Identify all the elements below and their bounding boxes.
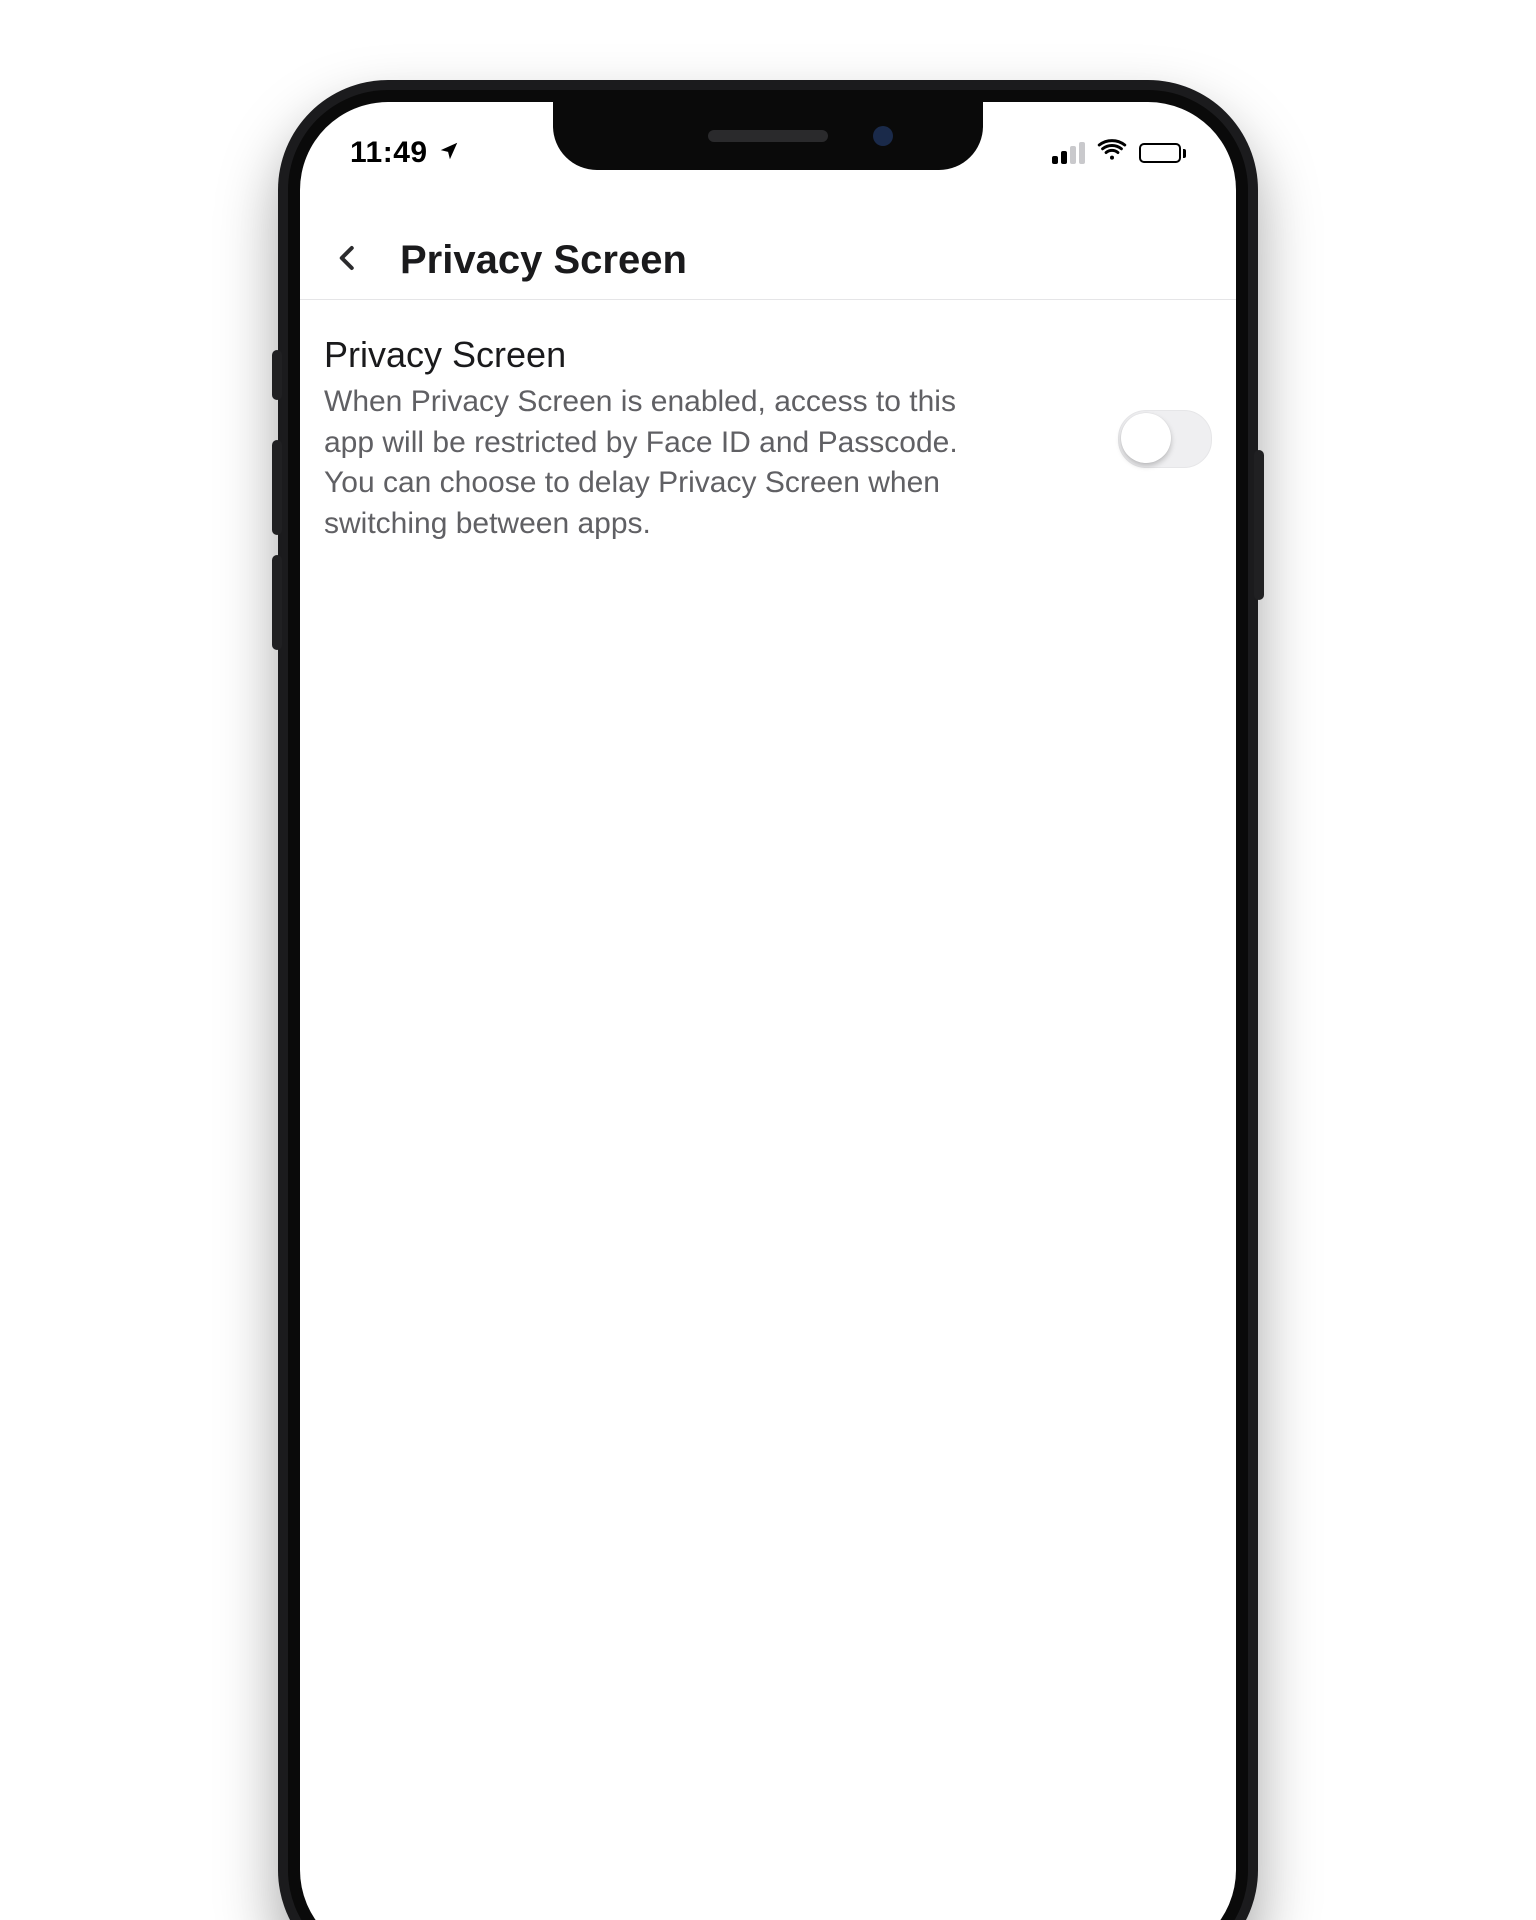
wifi-icon [1097, 134, 1127, 172]
privacy-screen-row: Privacy Screen When Privacy Screen is en… [300, 312, 1236, 576]
nav-bar: Privacy Screen [300, 222, 1236, 300]
location-icon [438, 136, 460, 170]
chevron-left-icon [333, 243, 363, 278]
screen: 11:49 [300, 102, 1236, 1920]
phone-bezel: 11:49 [288, 90, 1248, 1920]
battery-icon [1139, 143, 1186, 163]
privacy-screen-toggle[interactable] [1118, 410, 1212, 468]
back-button[interactable] [324, 237, 372, 285]
cellular-signal-icon [1052, 142, 1085, 164]
status-bar: 11:49 [300, 102, 1236, 190]
setting-title: Privacy Screen [324, 334, 1088, 376]
phone-frame: 11:49 [278, 80, 1258, 1920]
setting-description: When Privacy Screen is enabled, access t… [324, 382, 1004, 544]
toggle-knob [1121, 413, 1171, 463]
power-button[interactable] [1254, 450, 1264, 600]
page-title: Privacy Screen [400, 238, 687, 283]
volume-down-button[interactable] [272, 555, 282, 650]
status-time: 11:49 [350, 136, 428, 170]
privacy-screen-text: Privacy Screen When Privacy Screen is en… [324, 334, 1088, 544]
mute-switch[interactable] [272, 350, 282, 400]
volume-up-button[interactable] [272, 440, 282, 535]
